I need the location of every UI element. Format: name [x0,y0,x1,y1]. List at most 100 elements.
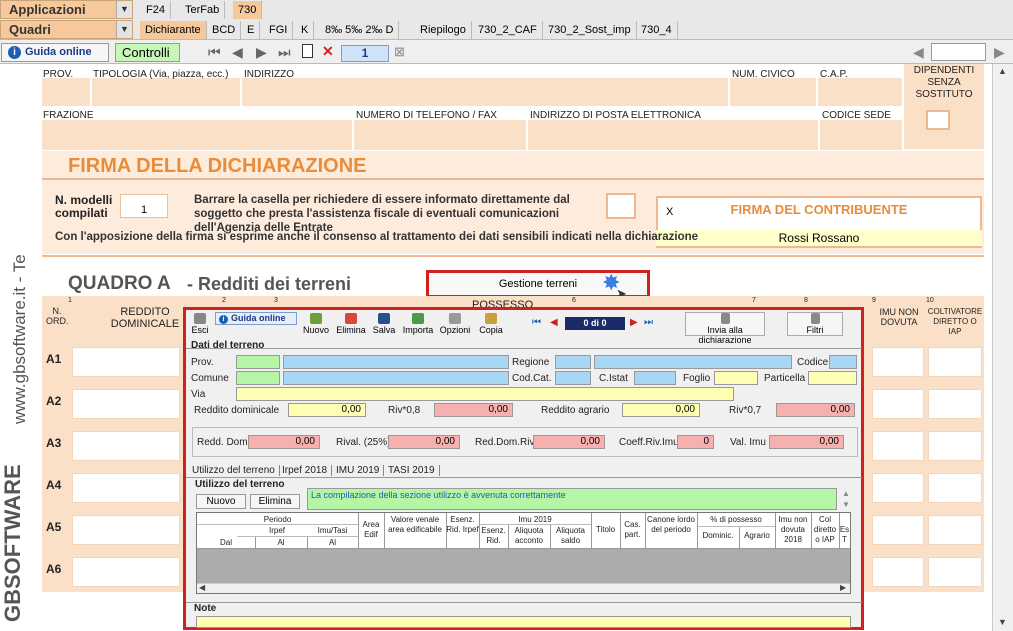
firma-name[interactable]: Rossi Rossano [656,230,982,246]
regione-desc-input[interactable] [594,355,792,369]
reddito-agr-input[interactable]: 0,00 [622,403,700,417]
codice-sede-field[interactable] [820,120,902,150]
controlli-button[interactable]: Controlli [115,43,180,62]
via-input[interactable] [236,387,734,401]
guida-online-button[interactable]: i Guida online [1,43,109,62]
tab-fgi[interactable]: FGI [264,21,294,39]
reddito-dom-input[interactable]: 0,00 [288,403,366,417]
tab-730-2-sost-imp[interactable]: 730_2_Sost_imp [543,21,637,39]
coltivatore-cell[interactable] [928,473,982,503]
grid-hscrollbar[interactable]: ◀ ▶ [197,583,850,593]
comune-desc-input[interactable] [283,371,509,385]
tab-k[interactable]: K [296,21,315,39]
scroll-left-icon[interactable]: ◀ [199,583,205,592]
prev-record-icon[interactable]: ◀ [550,317,558,328]
codcat-input[interactable] [555,371,591,385]
importa-button[interactable]: Importa [400,313,436,339]
tab-e[interactable]: E [242,21,261,39]
tab-8-5-2-d[interactable]: 8‰ 5‰ 2‰ D [320,21,400,39]
tab-irpef-2018[interactable]: Irpef 2018 [282,465,333,476]
tab-bcd[interactable]: BCD [207,21,242,39]
tab-730-2-caf[interactable]: 730_2_CAF [473,21,543,39]
quadri-select[interactable]: Quadri ▼ [0,20,133,39]
num-civico-field[interactable] [730,78,816,106]
cistat-input[interactable] [634,371,676,385]
scroll-left-icon[interactable]: ◀ [913,44,924,61]
copia-button[interactable]: Copia [476,313,506,339]
reddito-cell[interactable] [72,389,180,419]
chevron-down-icon[interactable]: ▼ [116,1,132,18]
main-scrollbar[interactable]: ▲ ▼ [992,64,1013,631]
page-number-field[interactable]: 1 [341,45,389,62]
search-field[interactable] [931,43,986,61]
next-record-icon[interactable]: ▶ [630,317,638,328]
email-field[interactable] [528,120,818,150]
scroll-right-icon[interactable]: ▶ [840,583,846,592]
codice-input[interactable] [829,355,857,369]
filtri-button[interactable]: Filtri [787,312,843,336]
imu-cell[interactable] [872,473,924,503]
first-record-icon[interactable]: ⏮ [532,317,541,328]
imu-cell[interactable] [872,431,924,461]
coltivatore-cell[interactable] [928,557,982,587]
foglio-input[interactable] [714,371,758,385]
scroll-down-icon[interactable]: ▼ [998,617,1007,627]
invia-button[interactable]: Invia alla dichiarazione [685,312,765,345]
comune-input[interactable] [236,371,280,385]
coltivatore-cell[interactable] [928,431,982,461]
reddito-cell[interactable] [72,557,180,587]
prov-field[interactable] [42,78,90,106]
opzioni-button[interactable]: Opzioni [438,313,472,339]
particella-input[interactable] [808,371,857,385]
reddito-cell[interactable] [72,347,180,377]
scroll-right-icon[interactable]: ▶ [994,44,1005,61]
indirizzo-field[interactable] [242,78,728,106]
new-page-icon[interactable] [302,44,313,58]
salva-button[interactable]: Salva [370,313,398,339]
first-page-icon[interactable]: ⏮ [208,44,221,61]
n-modelli-field[interactable]: 1 [120,194,168,218]
tab-dichiarante[interactable]: Dichiarante [140,21,207,39]
coltivatore-cell[interactable] [928,347,982,377]
close-page-icon[interactable]: ⊠ [394,44,405,60]
utilizzo-nuovo-button[interactable]: Nuovo [196,494,246,509]
reddito-cell[interactable] [72,473,180,503]
tab-imu-2019[interactable]: IMU 2019 [336,465,385,476]
tab-riepilogo[interactable]: Riepilogo [415,21,472,39]
cap-field[interactable] [818,78,902,106]
imu-cell[interactable] [872,389,924,419]
dipendenti-checkbox[interactable] [926,110,950,130]
reddito-cell[interactable] [72,431,180,461]
prov-input[interactable] [236,355,280,369]
regione-code-input[interactable] [555,355,591,369]
prev-page-icon[interactable]: ◀ [232,44,243,61]
note-textarea[interactable] [196,616,851,628]
message-scroll-icon[interactable]: ▲ ▼ [838,488,854,510]
scroll-up-icon[interactable]: ▲ [998,66,1007,76]
prov-desc-input[interactable] [283,355,509,369]
dlg-nuovo-button[interactable]: Nuovo [300,313,332,339]
frazione-field[interactable] [42,120,352,150]
imu-cell[interactable] [872,515,924,545]
telefono-field[interactable] [354,120,526,150]
dlg-elimina-button[interactable]: Elimina [334,313,368,339]
tipologia-field[interactable] [92,78,240,106]
last-page-icon[interactable]: ⏭ [278,44,291,61]
chevron-down-icon[interactable]: ▼ [116,21,132,38]
imu-cell[interactable] [872,347,924,377]
tab-f24[interactable]: F24 [141,1,171,19]
tab-utilizzo[interactable]: Utilizzo del terreno [192,465,280,476]
tab-terfab[interactable]: TerFab [180,1,226,19]
reddito-cell[interactable] [72,515,180,545]
tab-730[interactable]: 730 [233,1,263,19]
tab-730-4[interactable]: 730_4 [636,21,678,39]
imu-cell[interactable] [872,557,924,587]
informato-checkbox[interactable] [606,193,636,219]
utilizzo-elimina-button[interactable]: Elimina [250,494,300,509]
esci-button[interactable]: Esci [189,313,211,339]
dlg-guida-online-button[interactable]: i Guida online [215,312,297,325]
coltivatore-cell[interactable] [928,515,982,545]
last-record-icon[interactable]: ⏭ [644,317,653,328]
tab-tasi-2019[interactable]: TASI 2019 [388,465,440,476]
delete-page-icon[interactable]: ✕ [322,43,334,60]
